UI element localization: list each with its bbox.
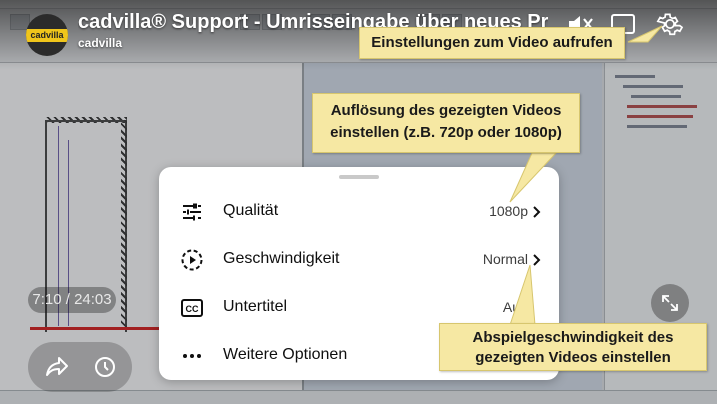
callout-resolution: Auflösung des gezeigten Videos einstelle… — [312, 93, 580, 153]
callout-pointer-settings — [627, 25, 663, 43]
callout-settings: Einstellungen zum Video aufrufen — [359, 27, 625, 59]
callout-pointer-speed — [509, 264, 536, 326]
callout-speed: Abspielgeschwindigkeit des gezeigten Vid… — [439, 323, 707, 371]
callout-pointer-resolution — [509, 152, 558, 203]
